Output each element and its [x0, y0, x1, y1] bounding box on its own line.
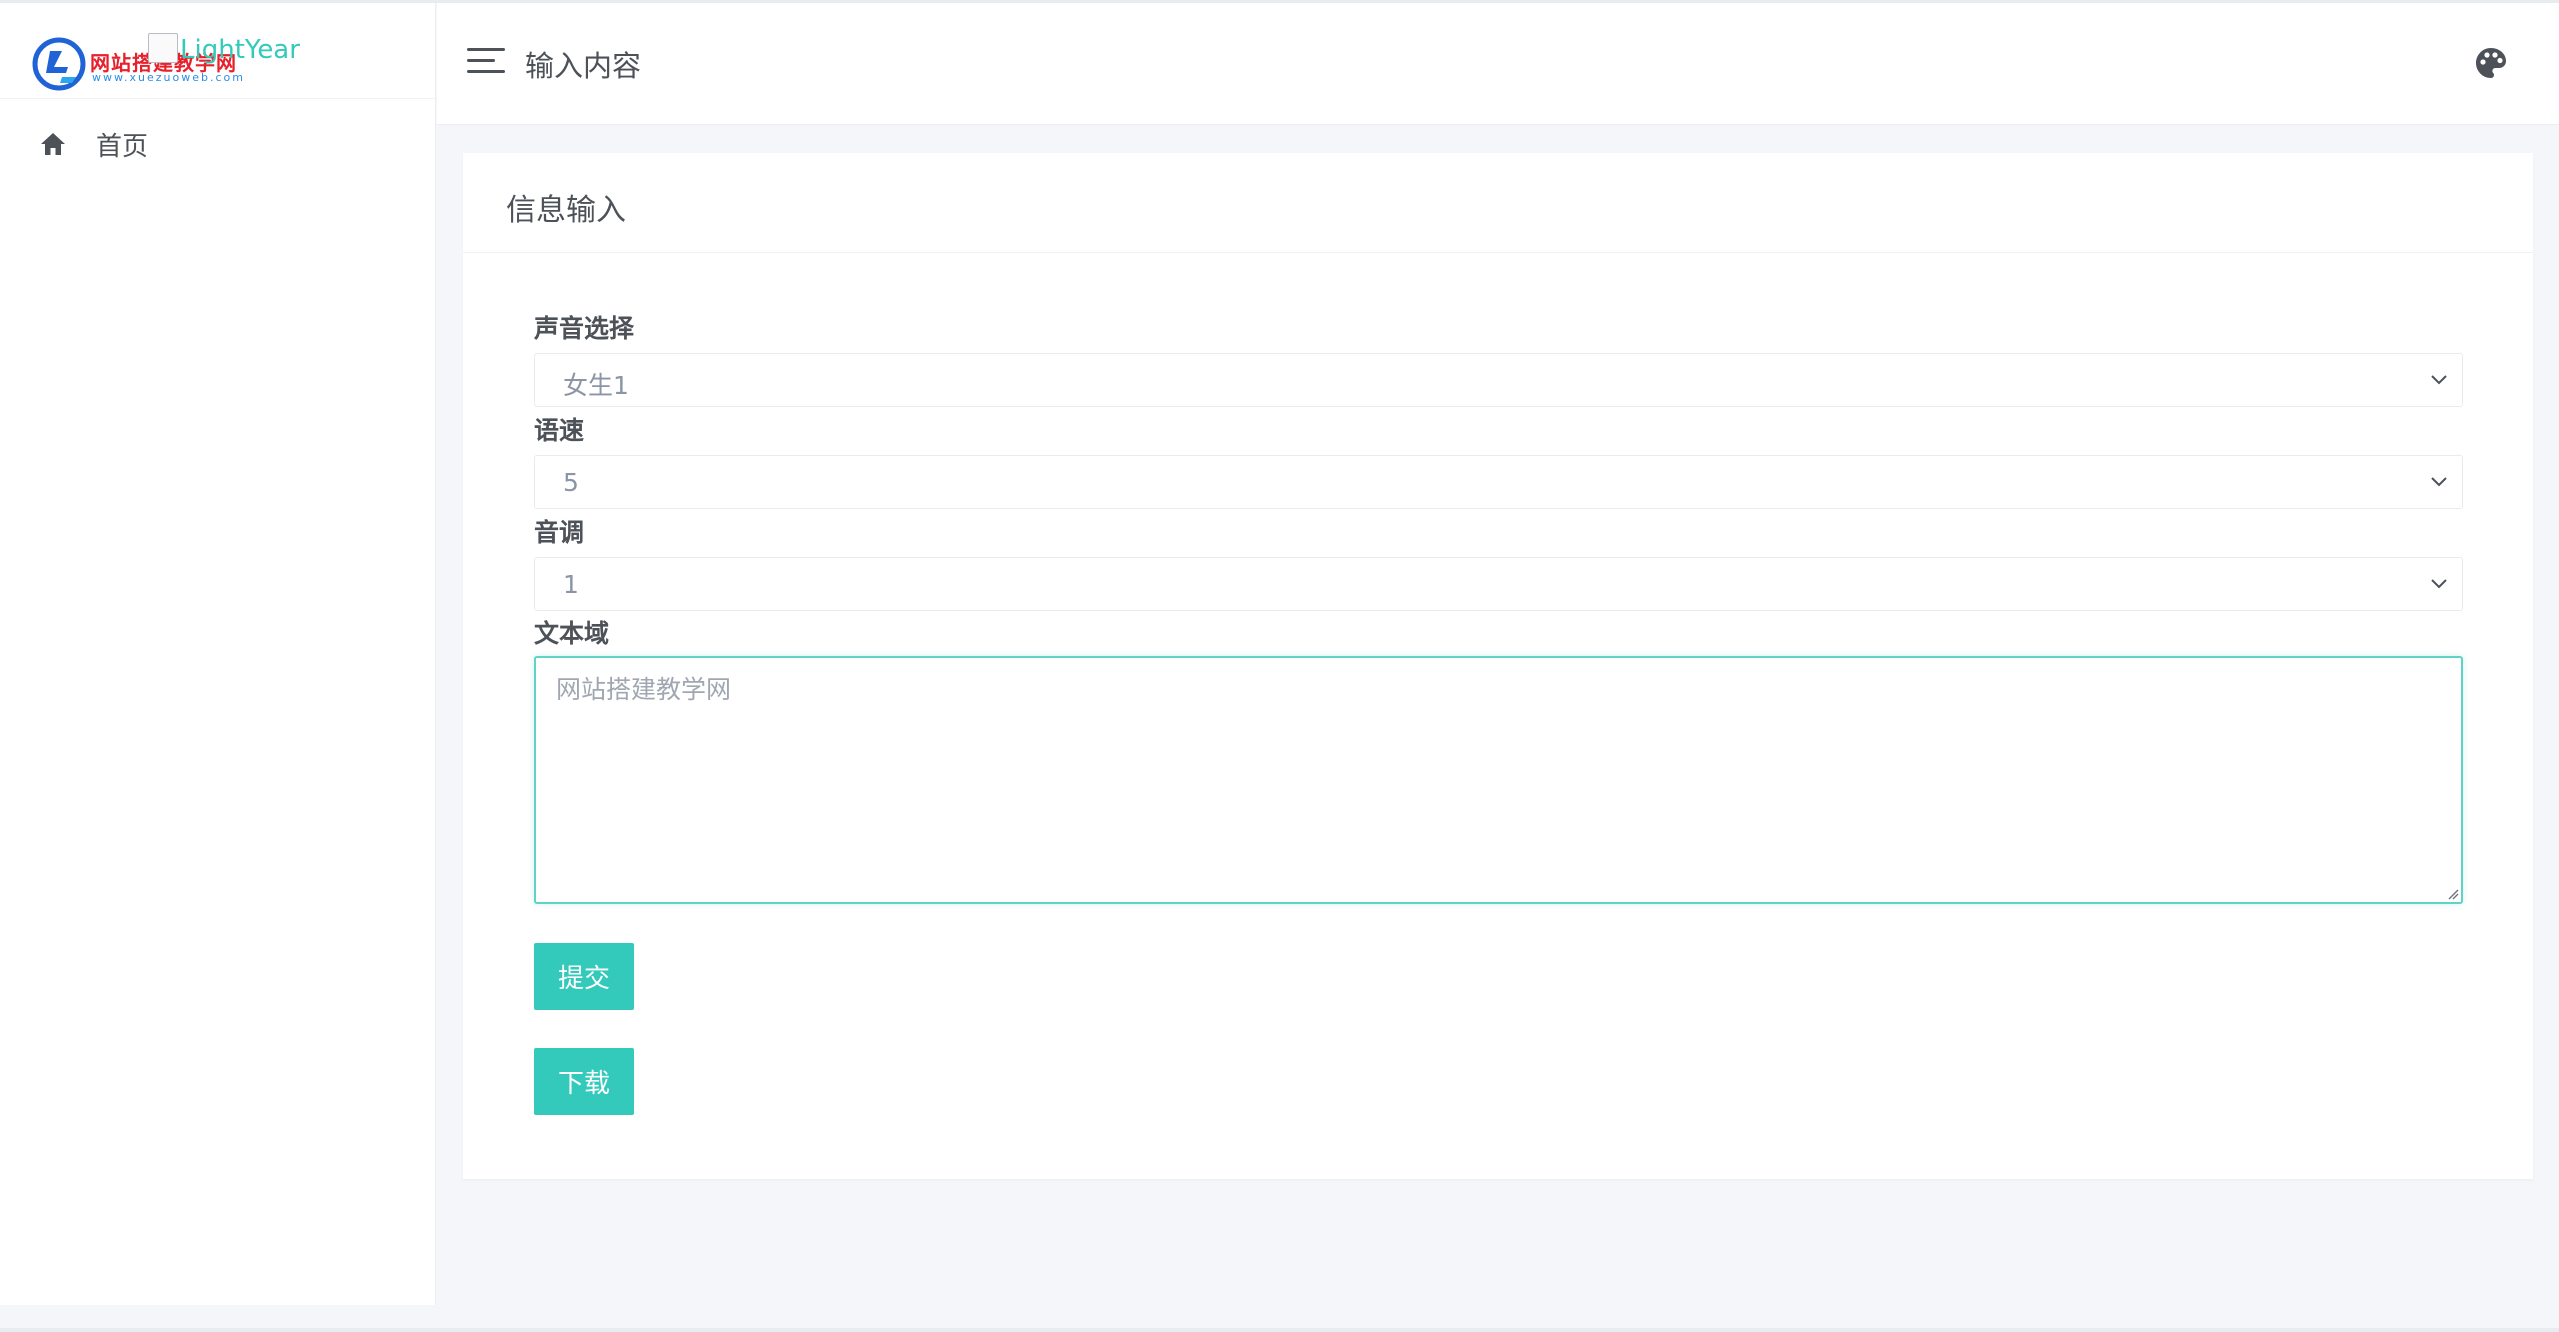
- menu-toggle-icon[interactable]: [467, 48, 505, 78]
- voice-select[interactable]: 女生1: [534, 353, 2463, 407]
- submit-button[interactable]: 提交: [534, 943, 634, 1010]
- textarea-placeholder: 网站搭建教学网: [556, 675, 732, 704]
- bottom-border: [0, 1328, 2559, 1332]
- logo-alt-text: LightYear: [180, 35, 300, 65]
- palette-icon[interactable]: [2473, 45, 2509, 81]
- top-header: 输入内容: [437, 3, 2559, 125]
- card-header: 信息输入: [463, 153, 2533, 253]
- sidebar-item-label: 首页: [96, 131, 149, 162]
- chevron-down-icon: [2431, 477, 2447, 487]
- card-title: 信息输入: [506, 193, 626, 228]
- brand-url: www.xuezuoweb.com: [92, 71, 245, 84]
- brand-logo-icon: [32, 37, 86, 91]
- pitch-label: 音调: [534, 518, 585, 547]
- sidebar: 网站搭建教学网 www.xuezuoweb.com LightYear 首页: [0, 3, 436, 1305]
- text-area-input[interactable]: 网站搭建教学网: [534, 656, 2463, 904]
- speed-select-value: 5: [563, 468, 579, 497]
- speed-label: 语速: [534, 416, 585, 445]
- chevron-down-icon: [2431, 375, 2447, 385]
- download-button[interactable]: 下载: [534, 1048, 634, 1115]
- textarea-label: 文本域: [534, 619, 610, 648]
- sidebar-logo[interactable]: 网站搭建教学网 www.xuezuoweb.com LightYear: [0, 3, 435, 99]
- home-icon: [40, 131, 66, 157]
- sidebar-item-home[interactable]: 首页: [0, 113, 436, 175]
- voice-label: 声音选择: [534, 314, 635, 343]
- pitch-select-value: 1: [563, 570, 579, 599]
- page-title: 输入内容: [525, 49, 642, 83]
- info-input-card: 信息输入 声音选择 女生1 语速 5 音调 1 文本域 网站搭建教学网 提交 下…: [463, 153, 2533, 1179]
- voice-select-value: 女生1: [563, 371, 629, 400]
- broken-image-icon: [148, 33, 178, 63]
- speed-select[interactable]: 5: [534, 455, 2463, 509]
- resize-handle-icon[interactable]: [2445, 886, 2459, 900]
- chevron-down-icon: [2431, 579, 2447, 589]
- pitch-select[interactable]: 1: [534, 557, 2463, 611]
